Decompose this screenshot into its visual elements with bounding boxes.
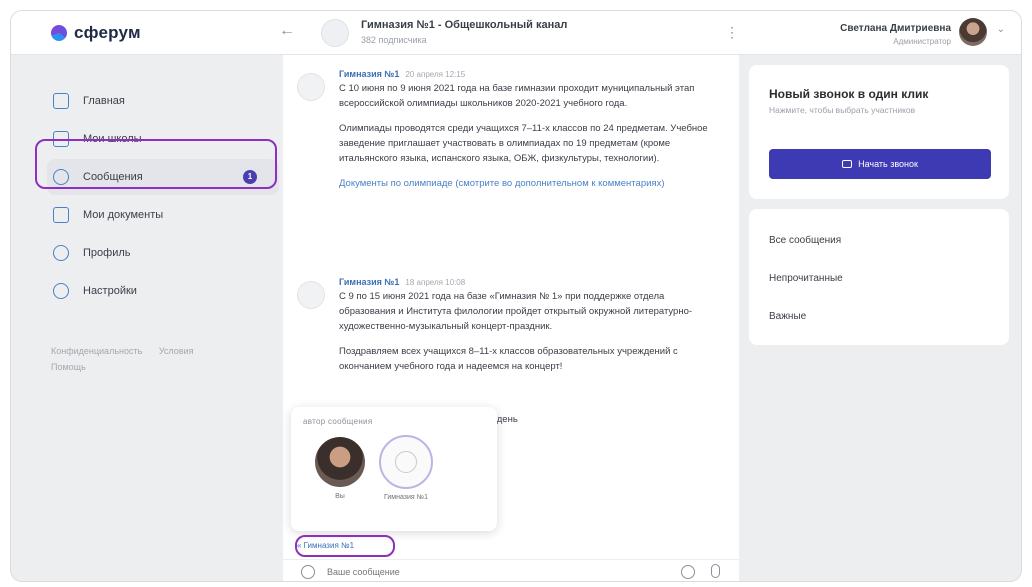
profile-icon [53,245,69,261]
logo-mark-icon [51,25,67,41]
user-role: Администратор [893,37,951,46]
channel-avatar[interactable] [321,19,349,47]
message-link[interactable]: Документы по олимпиаде (смотрите во допо… [339,176,719,191]
new-call-card: Новый звонок в один клик Нажмите, чтобы … [749,65,1009,199]
call-card-title: Новый звонок в один клик [769,87,929,101]
message-text: С 10 июня по 9 июня 2021 года на базе ги… [339,83,695,109]
microphone-icon[interactable] [711,564,720,578]
popover-you-label: Вы [335,493,345,500]
footer-link-privacy[interactable]: Конфиденциальность [51,346,142,356]
message-author-avatar[interactable] [297,73,325,101]
school-icon [395,451,417,473]
start-call-button[interactable]: Начать звонок [769,149,991,179]
popover-channel-label: Гимназия №1 [383,494,429,501]
sidebar: Главная Мои школы Сообщения 1 Мои докуме… [11,55,279,581]
logo[interactable]: сферум [51,23,141,43]
attach-icon[interactable] [301,565,315,579]
message-input[interactable] [327,565,657,579]
logo-text: сферум [74,23,141,42]
footer-link-terms[interactable]: Условия [159,346,194,356]
top-bar: сферум ← Гимназия №1 - Общешкольный кана… [11,11,1021,55]
message-author[interactable]: Гимназия №1 20 апреля 12:15 [339,69,719,79]
message-text: Поздравляем всех учащихся 8–11-х классов… [339,346,678,372]
channel-avatar[interactable] [379,435,433,489]
sidebar-item-label: Главная [83,95,125,107]
message-text: С 9 по 15 июня 2021 года на базе «Гимназ… [339,291,693,332]
message-author[interactable]: Гимназия №1 18 апреля 10:08 [339,277,719,287]
emoji-icon[interactable] [681,565,695,579]
filter-unread[interactable]: Непрочитанные [769,273,843,284]
reply-chip-highlight-frame [295,535,395,557]
popover-title: автор сообщения [303,417,373,426]
chevron-down-icon[interactable]: ⌄ [997,24,1005,35]
sidebar-item-label: Настройки [83,285,137,297]
footer-links: Конфиденциальность Условия Помощь [51,343,261,375]
author-popover: автор сообщения Вы Гимназия №1 [291,407,497,531]
settings-icon [53,283,69,299]
info-icon[interactable]: ⋮ [725,24,739,42]
home-icon [53,93,69,109]
message-time: 20 апреля 12:15 [405,70,466,79]
messages-highlight-frame [35,139,277,189]
sidebar-item-home[interactable]: Главная [47,83,279,119]
back-arrow-icon[interactable]: ← [279,22,297,40]
user-name[interactable]: Светлана Дмитриевна [840,23,951,34]
document-icon [53,207,69,223]
sidebar-item-settings[interactable]: Настройки [47,273,279,309]
message-time: 18 апреля 10:08 [405,278,466,287]
filter-important[interactable]: Важные [769,311,806,322]
video-camera-icon [842,160,853,168]
chat-panel: Гимназия №1 20 апреля 12:15 С 10 июня по … [283,55,739,581]
chat-title: Гимназия №1 - Общешкольный канал [361,19,568,31]
message-author-avatar[interactable] [297,281,325,309]
sidebar-item-profile[interactable]: Профиль [47,235,279,271]
start-call-label: Начать звонок [858,159,918,169]
message-filters-card: Все сообщения Непрочитанные Важные [749,209,1009,345]
call-card-subtitle[interactable]: Нажмите, чтобы выбрать участников [769,105,919,116]
sidebar-item-documents[interactable]: Мои документы [47,197,279,233]
message-text: Олимпиады проводятся среди учащихся 7–11… [339,123,708,164]
footer-link-help[interactable]: Помощь [51,362,86,372]
avatar[interactable] [315,437,365,487]
message-composer [283,559,739,581]
filter-all-messages[interactable]: Все сообщения [769,235,841,246]
app-window: сферум ← Гимназия №1 - Общешкольный кана… [10,10,1022,582]
sidebar-item-label: Мои документы [83,209,164,221]
chat-subtitle: 382 подписчика [361,35,427,45]
user-avatar[interactable] [959,18,987,46]
sidebar-item-label: Профиль [83,247,131,259]
